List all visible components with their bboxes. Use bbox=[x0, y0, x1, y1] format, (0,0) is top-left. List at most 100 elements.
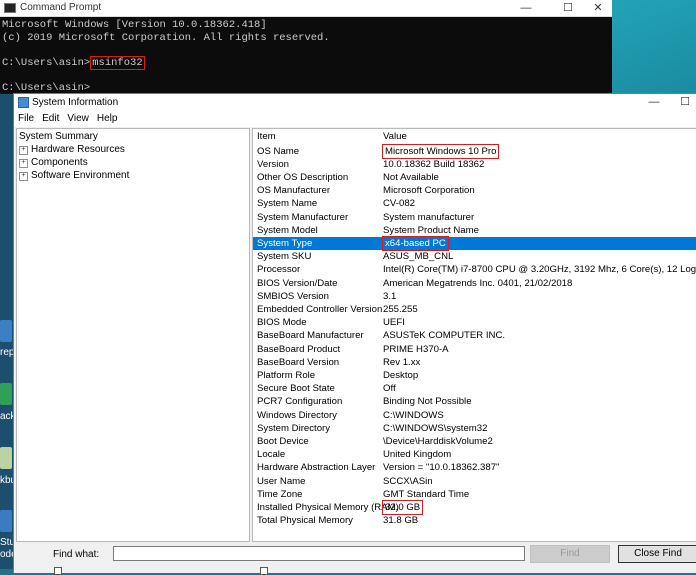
table-row[interactable]: SMBIOS Version 3.1 bbox=[253, 290, 696, 303]
menu-edit[interactable]: Edit bbox=[38, 111, 63, 124]
menu-help[interactable]: Help bbox=[93, 111, 122, 124]
menu-file[interactable]: File bbox=[14, 111, 38, 124]
table-row[interactable]: System Manufacturer System manufacturer bbox=[253, 211, 696, 224]
table-row[interactable]: OS Manufacturer Microsoft Corporation bbox=[253, 184, 696, 197]
table-row[interactable]: System Model System Product Name bbox=[253, 224, 696, 237]
desktop-shortcut-icon[interactable] bbox=[0, 447, 12, 469]
desktop-shortcut-icon[interactable] bbox=[0, 510, 12, 532]
expand-icon[interactable]: + bbox=[19, 159, 28, 168]
maximize-button[interactable]: ☐ bbox=[672, 94, 696, 111]
table-row[interactable]: Platform Role Desktop bbox=[253, 369, 696, 382]
tree-item-system-summary[interactable]: System Summary bbox=[19, 130, 98, 143]
column-header-value[interactable]: Value bbox=[383, 129, 407, 144]
system-information-icon bbox=[18, 97, 29, 108]
row-value: C:\WINDOWS\system32 bbox=[383, 422, 488, 434]
table-row[interactable]: Hardware Abstraction Layer Version = "10.… bbox=[253, 461, 696, 474]
table-row[interactable]: Other OS Description Not Available bbox=[253, 171, 696, 184]
close-find-button[interactable]: Close Find bbox=[618, 545, 696, 563]
find-input[interactable] bbox=[113, 546, 525, 561]
table-row[interactable]: Windows Directory C:\WINDOWS bbox=[253, 409, 696, 422]
row-item: Time Zone bbox=[257, 488, 303, 500]
tree-item-components[interactable]: + Components bbox=[19, 156, 88, 169]
row-item: User Name bbox=[257, 475, 306, 487]
row-item: System Type bbox=[257, 237, 313, 249]
table-row[interactable]: Installed Physical Memory (RAM) 32.0 GB bbox=[253, 499, 696, 516]
row-value: PRIME H370-A bbox=[383, 343, 449, 355]
expand-icon[interactable]: + bbox=[19, 146, 28, 155]
row-value: Microsoft Corporation bbox=[383, 185, 475, 197]
table-row[interactable]: PCR7 Configuration Binding Not Possible bbox=[253, 395, 696, 408]
row-item: BaseBoard Manufacturer bbox=[257, 330, 364, 342]
category-tree[interactable]: System Summary + Hardware Resources + Comp… bbox=[16, 128, 250, 542]
table-row[interactable]: Total Physical Memory 31.8 GB bbox=[253, 514, 696, 527]
desktop-shortcut-icon[interactable] bbox=[0, 383, 12, 405]
cmd-titlebar[interactable]: Command Prompt — ☐ ✕ bbox=[0, 0, 612, 17]
column-header-item[interactable]: Item bbox=[257, 129, 276, 144]
tree-item-software-environment[interactable]: + Software Environment bbox=[19, 169, 129, 182]
row-item: System Name bbox=[257, 198, 318, 210]
row-item: Locale bbox=[257, 449, 286, 461]
desktop-shortcut-icon[interactable] bbox=[0, 320, 12, 342]
minimize-button[interactable]: — bbox=[641, 94, 667, 111]
close-button[interactable]: ✕ bbox=[584, 0, 612, 16]
system-summary-table[interactable]: Item Value OS Name Microsoft Windows 10 P… bbox=[252, 128, 696, 542]
table-row[interactable]: System Directory C:\WINDOWS\system32 bbox=[253, 422, 696, 435]
row-item: PCR7 Configuration bbox=[257, 396, 343, 408]
table-row[interactable]: Boot Device \Device\HarddiskVolume2 bbox=[253, 435, 696, 448]
row-item: BIOS Mode bbox=[257, 317, 307, 329]
row-item: BaseBoard Product bbox=[257, 343, 341, 355]
row-item: OS Name bbox=[257, 145, 300, 157]
table-row[interactable]: System Name CV-082 bbox=[253, 197, 696, 210]
table-row[interactable]: BIOS Mode UEFI bbox=[253, 316, 696, 329]
sysinfo-window-title: System Information bbox=[32, 97, 119, 108]
row-item: Platform Role bbox=[257, 369, 316, 381]
table-row[interactable]: Version 10.0.18362 Build 18362 bbox=[253, 158, 696, 171]
row-value: Off bbox=[383, 383, 396, 395]
cmd-prompt: C:\Users\asin> bbox=[2, 56, 91, 69]
row-value: C:\WINDOWS bbox=[383, 409, 444, 421]
row-value: Version = "10.0.18362.387" bbox=[383, 462, 500, 474]
expand-icon[interactable]: + bbox=[19, 172, 28, 181]
row-item: Installed Physical Memory (RAM) bbox=[257, 501, 399, 513]
table-row[interactable]: OS Name Microsoft Windows 10 Pro bbox=[253, 143, 696, 159]
row-item: System SKU bbox=[257, 251, 312, 263]
minimize-button[interactable]: — bbox=[512, 0, 540, 16]
table-row[interactable]: System SKU ASUS_MB_CNL bbox=[253, 250, 696, 263]
find-label: Find what: bbox=[53, 549, 100, 560]
maximize-button[interactable]: ☐ bbox=[554, 0, 582, 16]
row-value: SCCX\ASin bbox=[383, 475, 433, 487]
command-prompt-window[interactable]: Command Prompt — ☐ ✕ Microsoft Windows [… bbox=[0, 0, 612, 94]
cmd-window-title: Command Prompt bbox=[20, 2, 102, 13]
row-item: Embedded Controller Version bbox=[257, 303, 383, 315]
row-value: 10.0.18362 Build 18362 bbox=[383, 158, 485, 170]
table-row[interactable]: Embedded Controller Version 255.255 bbox=[253, 303, 696, 316]
tree-item-hardware-resources[interactable]: + Hardware Resources bbox=[19, 143, 125, 156]
row-item: OS Manufacturer bbox=[257, 185, 331, 197]
table-row[interactable]: BaseBoard Product PRIME H370-A bbox=[253, 343, 696, 356]
row-value: System manufacturer bbox=[383, 211, 475, 223]
table-row[interactable]: BaseBoard Version Rev 1.xx bbox=[253, 356, 696, 369]
search-option-checkbox[interactable] bbox=[54, 567, 62, 575]
row-value: American Megatrends Inc. 0401, 21/02/201… bbox=[383, 277, 573, 289]
table-row[interactable]: User Name SCCX\ASin bbox=[253, 475, 696, 488]
row-item: Windows Directory bbox=[257, 409, 337, 421]
row-value: Desktop bbox=[383, 369, 419, 381]
row-value: 32.0 GB bbox=[381, 499, 424, 516]
system-information-window[interactable]: System Information — ☐ File Edit View Help … bbox=[13, 93, 696, 575]
row-item: BaseBoard Version bbox=[257, 356, 340, 368]
terminal-icon bbox=[4, 3, 16, 13]
table-row[interactable]: Processor Intel(R) Core(TM) i7-8700 CPU @… bbox=[253, 263, 696, 276]
cmd-output[interactable]: Microsoft Windows [Version 10.0.18362.41… bbox=[2, 19, 330, 94]
search-option-checkbox[interactable] bbox=[260, 567, 268, 575]
table-row[interactable]: Time Zone GMT Standard Time bbox=[253, 488, 696, 501]
table-row[interactable]: Secure Boot State Off bbox=[253, 382, 696, 395]
menu-view[interactable]: View bbox=[63, 111, 93, 124]
sysinfo-titlebar[interactable]: System Information — ☐ bbox=[14, 94, 696, 111]
table-row[interactable]: Locale United Kingdom bbox=[253, 448, 696, 461]
table-row[interactable]: System Type x64-based PC bbox=[253, 235, 696, 252]
row-item: Total Physical Memory bbox=[257, 515, 353, 527]
row-value: GMT Standard Time bbox=[383, 488, 470, 500]
table-row[interactable]: BIOS Version/Date American Megatrends Inc… bbox=[253, 277, 696, 290]
find-button[interactable]: Find bbox=[530, 545, 610, 563]
table-row[interactable]: BaseBoard Manufacturer ASUSTeK COMPUTER I… bbox=[253, 329, 696, 342]
